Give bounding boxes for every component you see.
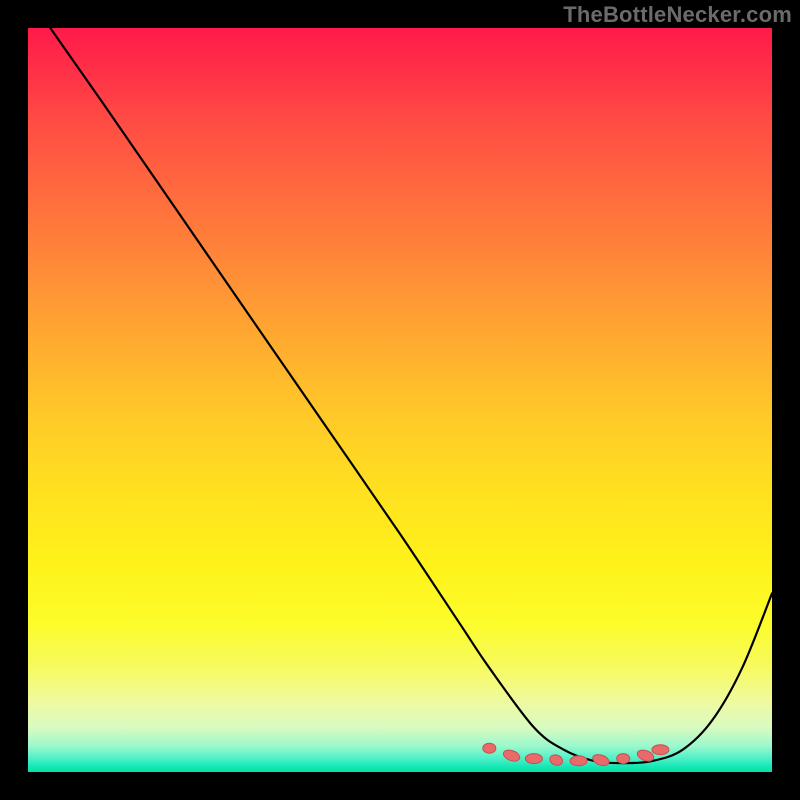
- marker-dot: [525, 754, 542, 764]
- marker-dot: [617, 754, 630, 764]
- marker-dot: [502, 748, 521, 763]
- marker-dot: [652, 745, 669, 755]
- marker-dot: [570, 756, 587, 766]
- marker-dot: [548, 753, 564, 767]
- chart-frame: TheBottleNecker.com: [0, 0, 800, 800]
- marker-dot: [483, 743, 496, 753]
- curve-line: [50, 28, 772, 763]
- plot-area: [28, 28, 772, 772]
- optimal-range-markers: [483, 743, 669, 768]
- watermark-label: TheBottleNecker.com: [563, 2, 792, 28]
- marker-dot: [636, 748, 655, 763]
- bottleneck-curve: [28, 28, 772, 772]
- marker-dot: [591, 752, 610, 767]
